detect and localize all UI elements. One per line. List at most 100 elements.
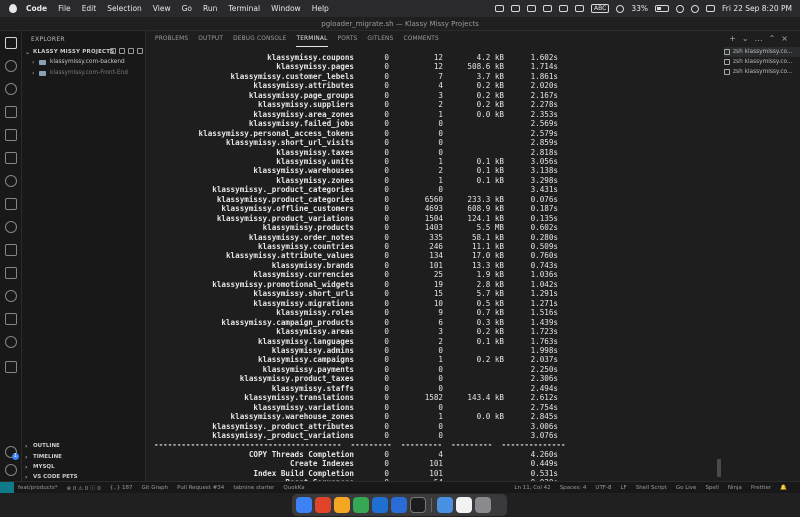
menu-terminal[interactable]: Terminal: [228, 4, 260, 13]
menubar-app-icon[interactable]: [495, 5, 505, 12]
go-live[interactable]: Go Live: [676, 485, 697, 491]
menu-help[interactable]: Help: [312, 4, 329, 13]
prettier-status[interactable]: Prettier: [751, 485, 771, 491]
testing-icon[interactable]: [5, 175, 17, 187]
search-icon[interactable]: [5, 60, 17, 72]
project-manager-icon[interactable]: [5, 361, 17, 373]
menu-file[interactable]: File: [58, 4, 71, 13]
menubar-app-icon[interactable]: [511, 5, 521, 12]
menu-run[interactable]: Run: [203, 4, 217, 13]
vscode-icon[interactable]: [372, 497, 388, 513]
quokka-status[interactable]: QuokKa: [283, 485, 304, 491]
terminal-instance[interactable]: zsh klassymissy.co...: [724, 47, 800, 57]
tab-terminal[interactable]: TERMINAL: [296, 31, 328, 47]
new-folder-icon[interactable]: [119, 48, 125, 54]
spell-check[interactable]: Spell: [705, 485, 718, 491]
chrome-icon[interactable]: [353, 497, 369, 513]
outline-section[interactable]: › OUTLINE: [25, 441, 60, 451]
maximize-panel-icon[interactable]: ⌃: [769, 34, 776, 43]
new-file-icon[interactable]: [110, 48, 116, 54]
collapse-all-icon[interactable]: [137, 48, 143, 54]
more-actions-icon[interactable]: …: [755, 34, 763, 43]
problems-count[interactable]: ⊗ 0 ⚠ 0 ⓘ 0: [66, 484, 100, 492]
ninja-status[interactable]: Ninja: [728, 485, 742, 491]
tabnine-status[interactable]: tabnine starter: [233, 485, 274, 491]
bell-icon[interactable]: 🔔: [780, 485, 787, 491]
tab-ports[interactable]: PORTS: [338, 31, 358, 47]
input-source[interactable]: ABC: [591, 4, 610, 13]
terminal-instance[interactable]: zsh klassymissy.co...: [724, 57, 800, 67]
tab-debug-console[interactable]: DEBUG CONSOLE: [233, 31, 286, 47]
live-share-icon[interactable]: [5, 336, 17, 348]
dock: [292, 494, 507, 516]
clock[interactable]: Fri 22 Sep 8:20 PM: [722, 4, 792, 13]
close-panel-icon[interactable]: ×: [781, 34, 788, 43]
cursor-position[interactable]: Ln 11, Col 42: [514, 485, 550, 491]
downloads-folder-icon[interactable]: [437, 497, 453, 513]
menu-go[interactable]: Go: [182, 4, 192, 13]
folder-backend[interactable]: › klassymissy.com-backend: [32, 57, 125, 67]
control-center-icon[interactable]: [706, 5, 715, 12]
indentation[interactable]: Spaces: 4: [560, 485, 587, 491]
github-icon[interactable]: [5, 221, 17, 233]
terminal-label: klassymissy.co...: [744, 49, 793, 55]
source-control-icon[interactable]: [5, 83, 17, 95]
menu-app-name[interactable]: Code: [26, 4, 47, 13]
language-mode[interactable]: Shell Script: [636, 485, 667, 491]
menu-view[interactable]: View: [153, 4, 171, 13]
pull-request[interactable]: Pull Request #34: [177, 485, 224, 491]
terminal-app-icon[interactable]: [410, 497, 426, 513]
menu-window[interactable]: Window: [271, 4, 301, 13]
menu-selection[interactable]: Selection: [107, 4, 142, 13]
git-graph[interactable]: Git Graph: [142, 485, 169, 491]
line-ending[interactable]: LF: [620, 485, 626, 491]
database-icon[interactable]: [5, 244, 17, 256]
explorer-icon[interactable]: [5, 37, 17, 49]
menubar-app-icon[interactable]: [575, 5, 585, 12]
section-label: TIMELINE: [33, 454, 62, 460]
control-icon[interactable]: [616, 4, 625, 13]
folder-frontend[interactable]: › klassymissy.com-Front-End: [32, 68, 128, 78]
bookmark-icon[interactable]: [5, 267, 17, 279]
settings-gear-icon[interactable]: [5, 464, 17, 476]
refresh-icon[interactable]: [128, 48, 134, 54]
launchpad-icon[interactable]: [315, 497, 331, 513]
tab-problems[interactable]: PROBLEMS: [155, 31, 188, 47]
git-branch[interactable]: feat/products*: [18, 485, 57, 491]
search-icon[interactable]: [691, 4, 699, 13]
battery-percent[interactable]: 33%: [631, 4, 648, 13]
tab-comments[interactable]: COMMENTS: [403, 31, 438, 47]
section-label: MYSQL: [33, 464, 55, 470]
wifi-icon[interactable]: [676, 4, 684, 13]
menubar-app-icon[interactable]: [559, 5, 569, 12]
extensions-icon[interactable]: [5, 129, 17, 141]
notes-icon[interactable]: [456, 497, 472, 513]
encoding[interactable]: UTF-8: [595, 485, 611, 491]
run-debug-icon[interactable]: [5, 106, 17, 118]
apple-icon[interactable]: [9, 4, 17, 13]
menu-edit[interactable]: Edit: [82, 4, 97, 13]
chevron-down-icon[interactable]: ⌄: [742, 34, 749, 43]
trash-icon[interactable]: [475, 497, 491, 513]
menubar-app-icon[interactable]: [527, 5, 537, 12]
gitlens-icon[interactable]: [5, 198, 17, 210]
firefox-icon[interactable]: [334, 497, 350, 513]
finder-icon[interactable]: [296, 497, 312, 513]
battery-icon[interactable]: [655, 5, 669, 12]
menubar-app-icon[interactable]: [543, 5, 553, 12]
mongodb-icon[interactable]: [5, 290, 17, 302]
timeline-section[interactable]: › TIMELINE: [25, 452, 62, 462]
terminal-output[interactable]: klassymissy.coupons 0 12 4.2 kB 1.602s klassy…: [154, 53, 719, 481]
app-store-icon[interactable]: [391, 497, 407, 513]
tab-output[interactable]: OUTPUT: [198, 31, 223, 47]
terminal-scrollbar[interactable]: [717, 459, 721, 477]
mysql-section[interactable]: › MYSQL: [25, 462, 55, 472]
tab-gitlens[interactable]: GITLENS: [367, 31, 393, 47]
remote-indicator-icon[interactable]: [0, 481, 14, 494]
workspace-section-header[interactable]: ⌄ KLASSY MISSY PROJECTS: [25, 47, 146, 57]
terminal-instance[interactable]: zsh klassymissy.co...: [724, 67, 800, 77]
status-item[interactable]: {..} 187: [110, 485, 133, 491]
remote-explorer-icon[interactable]: [5, 152, 17, 164]
docker-icon[interactable]: [5, 313, 17, 325]
new-terminal-icon[interactable]: +: [729, 34, 736, 43]
